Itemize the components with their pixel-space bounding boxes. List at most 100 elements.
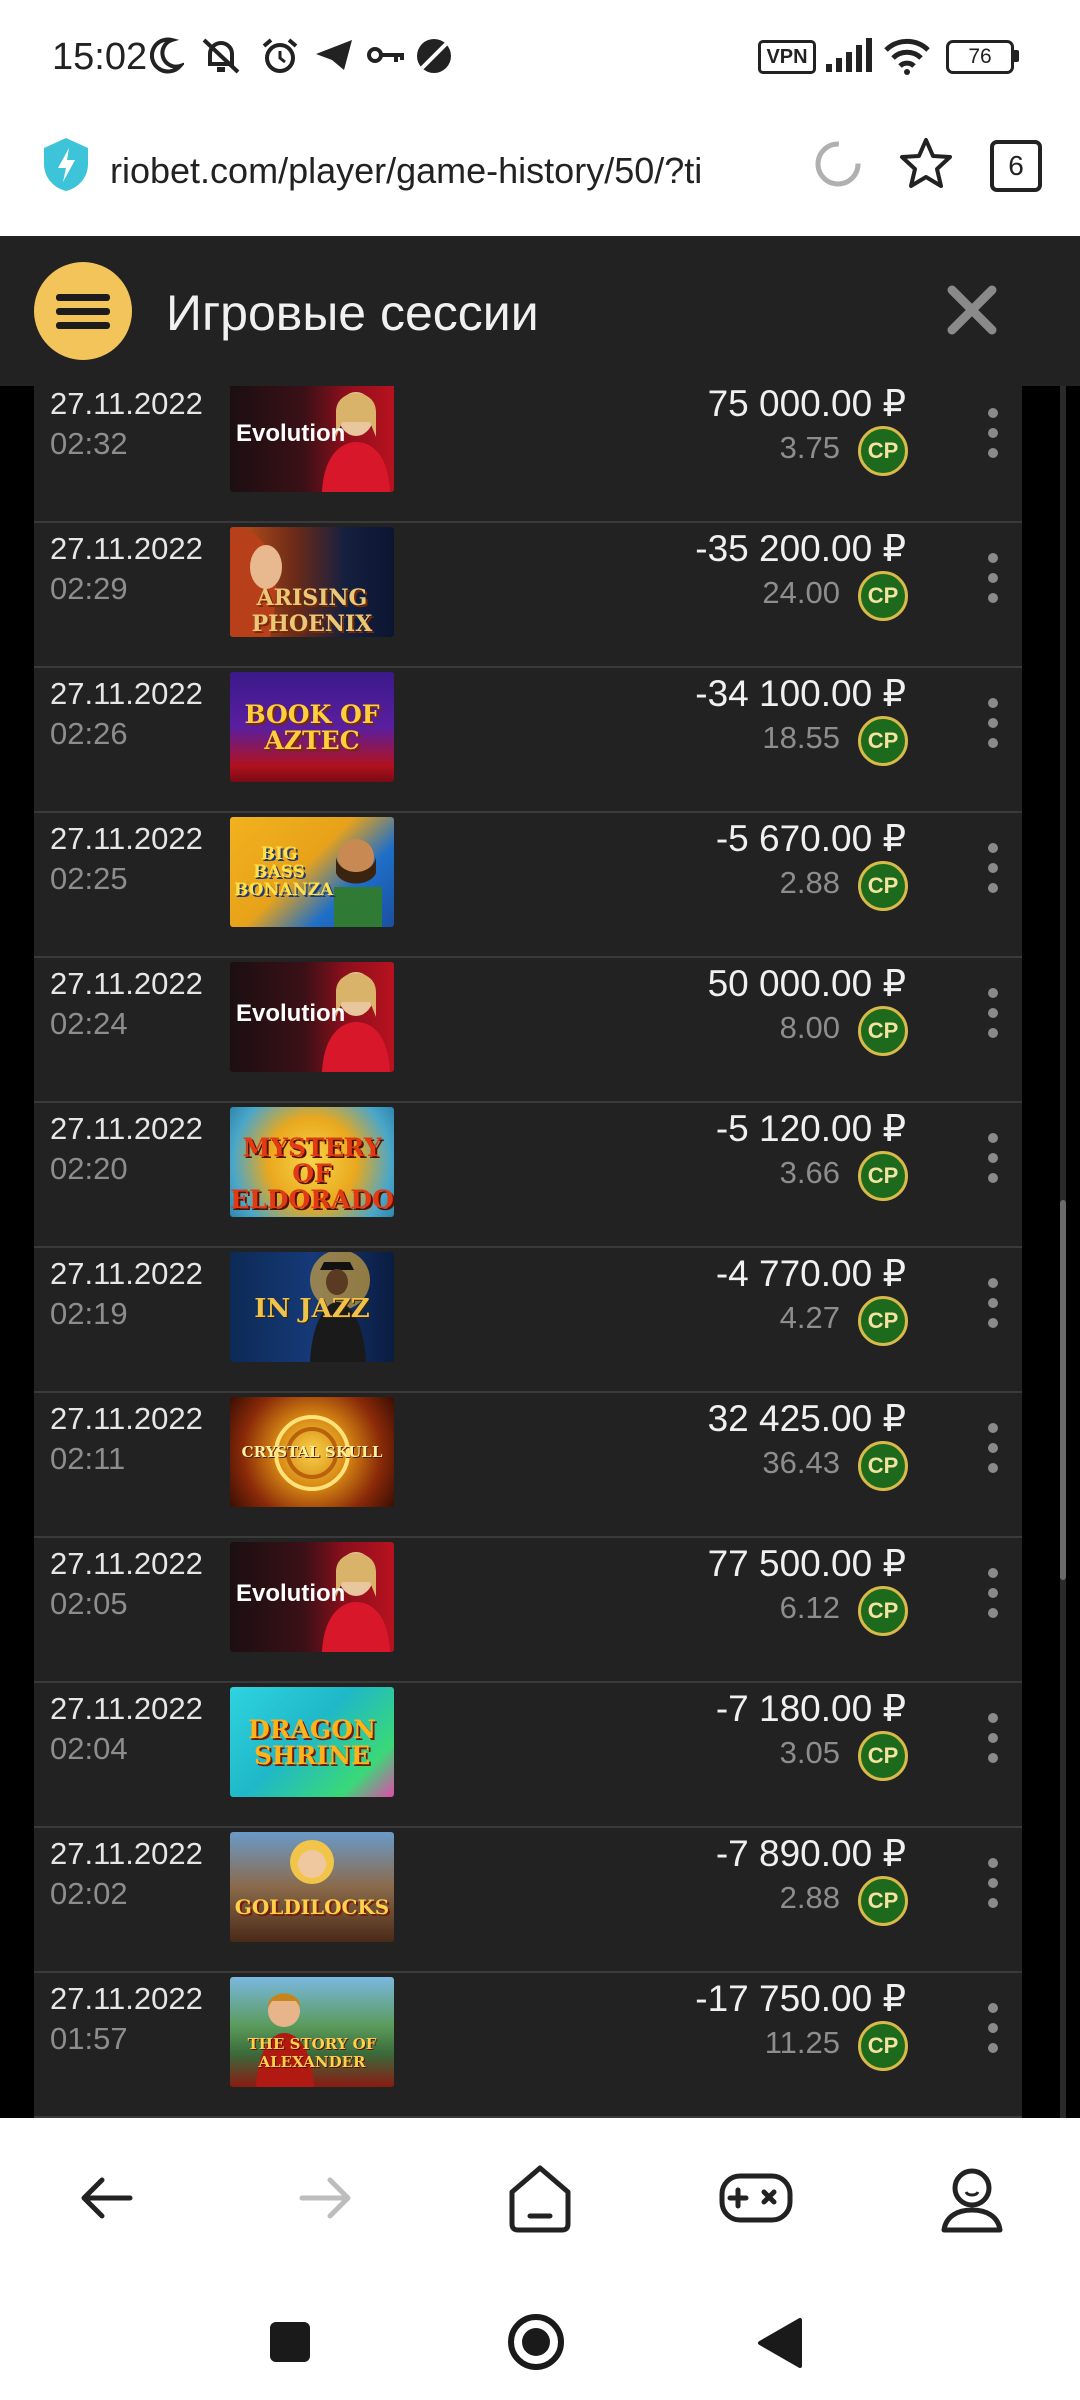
status-bar: 15:02 VPN 76 — [0, 0, 1080, 110]
session-amount: -34 100.00 ₽ — [695, 673, 906, 714]
row-menu-icon[interactable] — [988, 698, 1000, 754]
browser-bottom-nav — [0, 2118, 1080, 2278]
scrollbar[interactable] — [1060, 386, 1066, 2118]
games-icon[interactable] — [716, 2158, 796, 2238]
session-time: 02:25 — [50, 861, 128, 896]
session-row[interactable]: 27.11.2022 02:04 DRAGON SHRINE -7 180.00… — [34, 1683, 1022, 1828]
battery-icon: 76 — [946, 40, 1014, 74]
session-points: 3.05 — [779, 1735, 840, 1770]
game-thumbnail[interactable]: BOOK OF AZTEC — [230, 672, 394, 782]
session-row[interactable]: 27.11.2022 02:26 BOOK OF AZTEC -34 100.0… — [34, 668, 1022, 813]
profile-icon[interactable] — [932, 2158, 1012, 2238]
row-menu-icon[interactable] — [988, 553, 1000, 609]
session-amount: 32 425.00 ₽ — [707, 1398, 906, 1439]
row-menu-icon[interactable] — [988, 1568, 1000, 1624]
session-date: 27.11.2022 — [50, 1401, 203, 1436]
row-menu-icon[interactable] — [988, 2003, 1000, 2059]
game-thumbnail[interactable]: Evolution — [230, 962, 394, 1072]
session-row[interactable]: 27.11.2022 02:02 GOLDILOCKS -7 890.00 ₽ … — [34, 1828, 1022, 1973]
game-thumbnail[interactable]: IN JAZZ — [230, 1252, 394, 1362]
session-date: 27.11.2022 — [50, 966, 203, 1001]
back-triangle-icon[interactable] — [754, 2316, 804, 2370]
session-points: 8.00 — [779, 1010, 840, 1045]
row-menu-icon[interactable] — [988, 988, 1000, 1044]
session-points: 36.43 — [762, 1445, 840, 1480]
row-menu-icon[interactable] — [988, 843, 1000, 899]
session-time: 02:11 — [50, 1441, 126, 1476]
menu-bar — [56, 294, 110, 301]
moon-icon — [150, 37, 184, 74]
shield-icon[interactable] — [42, 136, 90, 192]
game-thumbnail[interactable]: ARISING PHOENIX — [230, 527, 394, 637]
session-amount: 50 000.00 ₽ — [707, 963, 906, 1004]
recents-icon[interactable] — [270, 2322, 310, 2362]
session-row[interactable]: 27.11.2022 02:24 Evolution 50 000.00 ₽ 8… — [34, 958, 1022, 1103]
page-title: Игровые сессии — [166, 285, 539, 341]
mute-icon — [202, 38, 240, 74]
game-thumbnail[interactable]: BIG BASS BONANZA — [230, 817, 394, 927]
vpn-label: VPN — [766, 46, 808, 68]
session-amount: -7 890.00 ₽ — [715, 1833, 906, 1874]
home-icon[interactable] — [500, 2158, 580, 2238]
session-time: 02:04 — [50, 1731, 128, 1766]
session-row[interactable]: 27.11.2022 01:57 THE STORY OF ALEXANDER … — [34, 1973, 1022, 2118]
session-time: 02:02 — [50, 1876, 128, 1911]
close-icon[interactable] — [946, 284, 998, 336]
game-name: Evolution — [236, 420, 346, 447]
row-menu-icon[interactable] — [988, 1278, 1000, 1334]
session-row[interactable]: 27.11.2022 02:20 MYSTERY OF ELDORADO -5 … — [34, 1103, 1022, 1248]
session-time: 02:32 — [50, 426, 128, 461]
row-menu-icon[interactable] — [988, 1713, 1000, 1769]
row-menu-icon[interactable] — [988, 408, 1000, 464]
status-time: 15:02 — [52, 36, 148, 78]
session-points: 3.75 — [779, 430, 840, 465]
session-row[interactable]: 27.11.2022 02:25 BIG BASS BONANZA -5 670… — [34, 813, 1022, 958]
session-date: 27.11.2022 — [50, 1981, 203, 2016]
session-row[interactable]: 27.11.2022 02:05 Evolution 77 500.00 ₽ 6… — [34, 1538, 1022, 1683]
blocked-icon — [417, 39, 451, 73]
session-time: 02:26 — [50, 716, 128, 751]
game-name: DRAGON SHRINE — [248, 1715, 376, 1770]
game-thumbnail[interactable]: DRAGON SHRINE — [230, 1687, 394, 1797]
session-points: 4.27 — [779, 1300, 840, 1335]
game-name: MYSTERY OF ELDORADO — [230, 1133, 394, 1214]
game-thumbnail[interactable]: Evolution — [230, 1542, 394, 1652]
forward-icon[interactable] — [284, 2158, 364, 2238]
key-icon — [367, 47, 404, 63]
session-amount: -5 670.00 ₽ — [715, 818, 906, 859]
session-row[interactable]: 27.11.2022 02:29 ARISING PHOENIX -35 200… — [34, 523, 1022, 668]
system-nav — [0, 2278, 1080, 2400]
session-points: 2.88 — [779, 1880, 840, 1915]
session-amount: -17 750.00 ₽ — [695, 1978, 906, 2019]
cp-badge: CP — [858, 1441, 908, 1491]
menu-button[interactable] — [34, 262, 132, 360]
row-menu-icon[interactable] — [988, 1858, 1000, 1914]
row-menu-icon[interactable] — [988, 1423, 1000, 1479]
game-thumbnail[interactable]: THE STORY OF ALEXANDER — [230, 1977, 394, 2087]
row-menu-icon[interactable] — [988, 1133, 1000, 1189]
session-points: 11.25 — [764, 2025, 840, 2060]
back-icon[interactable] — [68, 2158, 148, 2238]
bookmark-star-icon[interactable] — [898, 136, 954, 192]
reload-icon[interactable] — [812, 138, 864, 190]
session-row[interactable]: 27.11.2022 02:32 Evolution 75 000.00 ₽ 3… — [34, 386, 1022, 523]
game-thumbnail[interactable]: CRYSTAL SKULL — [230, 1397, 394, 1507]
session-date: 27.11.2022 — [50, 386, 203, 421]
game-thumbnail[interactable]: Evolution — [230, 386, 394, 492]
url-field[interactable]: riobet.com/player/game-history/50/?ti — [110, 150, 780, 192]
session-time: 02:05 — [50, 1586, 128, 1621]
game-thumbnail[interactable]: GOLDILOCKS — [230, 1832, 394, 1942]
session-row[interactable]: 27.11.2022 02:19 IN JAZZ -4 770.00 ₽ 4.2… — [34, 1248, 1022, 1393]
scrollbar-thumb[interactable] — [1060, 1200, 1066, 1580]
cp-badge: CP — [858, 716, 908, 766]
home-circle-icon[interactable] — [506, 2312, 566, 2372]
game-thumbnail[interactable]: MYSTERY OF ELDORADO — [230, 1107, 394, 1217]
tabs-button[interactable]: 6 — [990, 140, 1042, 192]
tabs-count: 6 — [1008, 150, 1024, 181]
session-row[interactable]: 27.11.2022 02:11 CRYSTAL SKULL 32 425.00… — [34, 1393, 1022, 1538]
menu-bar — [56, 322, 110, 329]
session-time: 02:29 — [50, 571, 128, 606]
battery-level: 76 — [968, 45, 992, 68]
session-points: 2.88 — [779, 865, 840, 900]
session-amount: 77 500.00 ₽ — [707, 1543, 906, 1584]
